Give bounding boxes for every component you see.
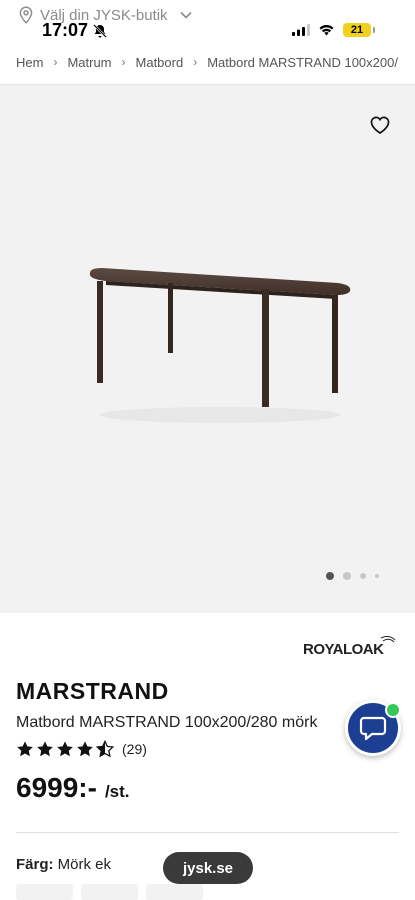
chat-online-badge	[385, 702, 401, 718]
star-full-icon	[57, 741, 73, 757]
product-rating[interactable]: (29)	[16, 740, 147, 758]
status-time: 17:07	[42, 20, 108, 41]
clock-text: 17:07	[42, 20, 89, 40]
chat-bubble-icon	[359, 716, 387, 741]
product-gallery[interactable]	[0, 85, 415, 613]
product-image	[89, 268, 351, 423]
price-unit: /st.	[104, 782, 130, 801]
battery-level: 21	[350, 24, 364, 36]
color-value: Mörk ek	[57, 856, 112, 873]
breadcrumb-home[interactable]: Hem	[16, 55, 43, 70]
price-value: 6999:-	[16, 772, 97, 803]
breadcrumb-separator-icon: ›	[193, 55, 198, 69]
price-block: 6999:- /st.	[16, 772, 130, 804]
breadcrumb-current: Matbord MARSTRAND 100x200/	[207, 54, 398, 70]
system-indicators: 21	[292, 23, 375, 37]
breadcrumb-separator-icon: ›	[121, 55, 126, 69]
gallery-dot[interactable]	[360, 573, 366, 579]
star-full-icon	[17, 741, 33, 757]
color-swatch[interactable]	[16, 884, 73, 900]
wifi-icon	[319, 25, 334, 36]
color-selector: Färg: Mörk ek	[16, 856, 111, 873]
color-swatch[interactable]	[81, 884, 138, 900]
color-swatch[interactable]	[146, 884, 203, 900]
color-swatches	[16, 884, 203, 900]
gallery-dot[interactable]	[375, 574, 379, 578]
breadcrumb-matbord[interactable]: Matbord	[136, 55, 184, 70]
browser-url-text: jysk.se	[182, 859, 234, 877]
gallery-dot[interactable]	[343, 572, 351, 580]
star-full-icon	[37, 741, 53, 757]
breadcrumb-separator-icon: ›	[53, 55, 58, 69]
gallery-dot[interactable]	[326, 572, 334, 580]
gallery-pagination	[326, 572, 379, 580]
breadcrumb: Hem › Matrum › Matbord › Matbord MARSTRA…	[16, 52, 415, 72]
divider	[16, 832, 399, 833]
star-half-icon	[96, 740, 114, 758]
chevron-down-icon	[179, 11, 192, 19]
star-full-icon	[77, 741, 93, 757]
location-pin-icon	[19, 6, 33, 24]
cellular-signal-icon	[292, 24, 310, 36]
brand-logo: ROYALOAK	[303, 635, 396, 658]
brand-name: ROYALOAK	[303, 641, 384, 658]
heart-icon[interactable]	[369, 115, 391, 135]
breadcrumb-matrum[interactable]: Matrum	[67, 55, 111, 70]
silent-bell-icon	[93, 23, 107, 38]
color-label: Färg:	[16, 856, 54, 873]
rating-count: (29)	[122, 741, 147, 757]
status-bar: Välj din JYSK-butik 17:07 21	[0, 0, 415, 42]
product-subtitle: Matbord MARSTRAND 100x200/280 mörk	[16, 714, 318, 731]
battery-indicator: 21	[343, 23, 375, 37]
browser-url-pill[interactable]: jysk.se	[163, 852, 253, 884]
product-title: MARSTRAND	[16, 678, 169, 704]
